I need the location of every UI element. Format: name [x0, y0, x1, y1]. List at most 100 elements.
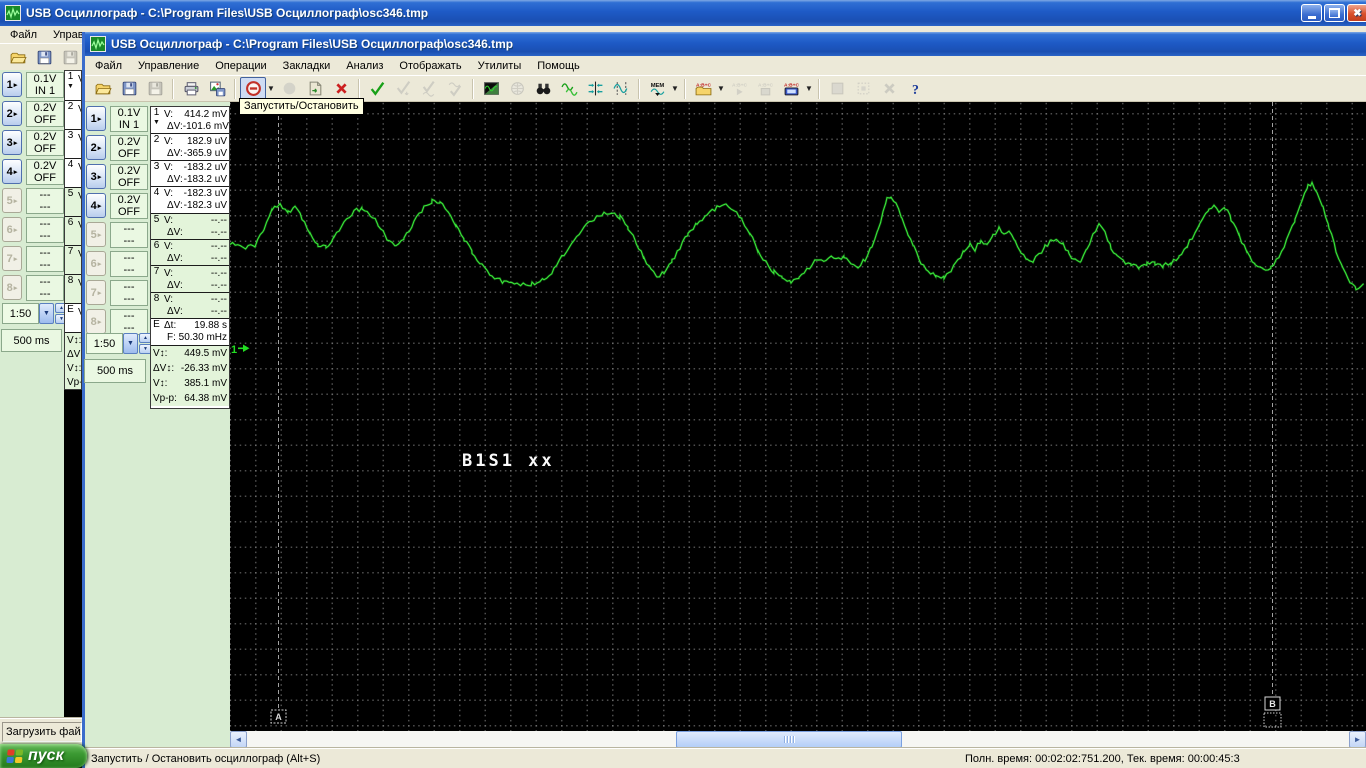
measurement-row-4[interactable]: 4 V: -182.3 uV ΔV: -182.3 uV [151, 186, 229, 213]
channel-5-settings[interactable]: --- --- [110, 222, 148, 248]
channel-2-button[interactable]: 2 ▸ [86, 135, 106, 160]
value-label: V: [164, 267, 174, 279]
chevron-down-icon[interactable]: ▼ [39, 303, 54, 324]
chevron-down-icon[interactable]: ▼ [804, 78, 814, 100]
scrollbar-track[interactable] [247, 731, 1349, 748]
chevron-down-icon[interactable]: ▼ [716, 78, 726, 100]
background-measurement-row-4: 4V:ΔV: [65, 158, 81, 187]
start-button[interactable]: пуск [0, 744, 87, 768]
minimize-button[interactable] [1301, 4, 1322, 22]
sine-markers-button[interactable] [608, 77, 634, 101]
menu-item-1[interactable]: Управление [130, 58, 207, 74]
channel-7-settings[interactable]: --- --- [110, 280, 148, 306]
single-capture-button[interactable] [302, 77, 328, 101]
display-mode-button[interactable] [478, 77, 504, 101]
scroll-right-button[interactable]: ► [1349, 731, 1366, 748]
channel-6-button[interactable]: 6 ▸ [86, 251, 106, 276]
chevron-down-icon[interactable]: ▼ [266, 78, 276, 100]
channel-3-button[interactable]: 3 ▸ [86, 164, 106, 189]
channel-1-button[interactable]: 1 ▸ [2, 72, 22, 97]
menu-item-0[interactable]: Файл [87, 58, 130, 74]
measurement-row-E[interactable]: E Δt: 19.88 s F: 50.30 mHz [151, 318, 229, 345]
svg-text:MEM: MEM [650, 83, 664, 89]
toolbar-separator [818, 78, 820, 99]
channel-3-settings[interactable]: 0.2V OFF [26, 130, 64, 156]
channel-8-settings[interactable]: --- --- [26, 275, 64, 301]
channel-7-button[interactable]: 7 ▸ [86, 280, 106, 305]
channel-3-button[interactable]: 3 ▸ [2, 130, 22, 155]
probe-ratio-value[interactable]: 1:50 [2, 303, 39, 324]
channel-2-settings[interactable]: 0.2V OFF [26, 101, 64, 127]
chevron-down-icon[interactable]: ▼ [123, 333, 138, 354]
menu-item-7[interactable]: Помощь [529, 58, 588, 74]
globe-icon [510, 82, 524, 95]
close-button[interactable]: ✖ [1347, 4, 1366, 22]
menu-item-3[interactable]: Закладки [275, 58, 339, 74]
menu-item-4[interactable]: Анализ [338, 58, 391, 74]
measurement-row-7[interactable]: 7 V: --.-- ΔV: --.-- [151, 265, 229, 292]
abc-open-button[interactable]: A:B+C [690, 77, 716, 101]
open-file-button[interactable] [90, 77, 116, 101]
channel-4-settings[interactable]: 0.2V OFF [110, 193, 148, 219]
measurement-values: V: --.-- ΔV: --.-- [162, 214, 229, 239]
channel-2-settings[interactable]: 0.2V OFF [110, 135, 148, 161]
memory-button[interactable]: MEM [644, 77, 670, 101]
search-button[interactable] [530, 77, 556, 101]
menu-item-0[interactable]: Файл [2, 27, 45, 43]
channel-8-button[interactable]: 8 ▸ [86, 309, 106, 334]
channel-1-settings[interactable]: 0.1V IN 1 [26, 72, 64, 98]
measurement-row-6[interactable]: 6 V: --.-- ΔV: --.-- [151, 238, 229, 266]
channel-5-button[interactable]: 5 ▸ [2, 188, 22, 213]
channel-3-settings[interactable]: 0.2V OFF [110, 164, 148, 190]
abc-display-button[interactable]: A:B+C [778, 77, 804, 101]
measurement-row-5[interactable]: 5 V: --.-- ΔV: --.-- [151, 212, 229, 239]
vertical-markers-button[interactable] [582, 77, 608, 101]
channel-7-button[interactable]: 7 ▸ [2, 246, 22, 271]
channel-6-button[interactable]: 6 ▸ [2, 217, 22, 242]
foreground-window-titlebar: USB Осциллограф - C:\Program Files\USB О… [85, 32, 1366, 56]
open-file-button[interactable] [5, 45, 31, 69]
channel-5-settings[interactable]: --- --- [26, 188, 64, 214]
measurement-row-8[interactable]: 8 V: --.-- ΔV: --.-- [151, 291, 229, 319]
channel-7-settings[interactable]: --- --- [26, 246, 64, 272]
channel-4-button[interactable]: 4 ▸ [2, 159, 22, 184]
channel-6-settings[interactable]: --- --- [110, 251, 148, 277]
scrollbar-thumb[interactable] [676, 731, 902, 748]
channel-1-button[interactable]: 1 ▸ [86, 106, 106, 131]
background-probe-combo[interactable]: 1:50 ▼ [2, 303, 54, 324]
apply-check-button[interactable] [364, 77, 390, 101]
menu-item-2[interactable]: Операции [207, 58, 274, 74]
toolbar-separator [234, 78, 236, 99]
oscilloscope-display[interactable]: A B 1 B1S1 xx [229, 102, 1366, 731]
start-stop-button[interactable] [240, 76, 266, 101]
save-file-button[interactable] [116, 77, 142, 101]
channel-8-settings[interactable]: --- --- [110, 309, 148, 335]
channel-6-settings[interactable]: --- --- [26, 217, 64, 243]
restore-button[interactable] [1324, 4, 1345, 22]
scroll-left-button[interactable]: ◄ [230, 731, 247, 748]
channel-1-settings[interactable]: 0.1V IN 1 [110, 106, 148, 132]
channel-4-button[interactable]: 4 ▸ [86, 193, 106, 218]
chevron-down-icon[interactable]: ▼ [670, 78, 680, 100]
channel-row: 3 ▸ 0.2V OFF [84, 164, 148, 191]
horizontal-scrollbar[interactable]: ◄ ► [230, 731, 1366, 748]
channel-4-settings[interactable]: 0.2V OFF [26, 159, 64, 185]
print-button[interactable] [178, 77, 204, 101]
foreground-timebase[interactable]: 500 ms [84, 359, 146, 383]
help-button[interactable]: ? [902, 77, 928, 101]
channel-8-button[interactable]: 8 ▸ [2, 275, 22, 300]
measurement-row-1[interactable]: 1 ▼ V: 414.2 mV ΔV: -101.6 mV [151, 107, 229, 134]
measurement-row-3[interactable]: 3 V: -183.2 uV ΔV: -183.2 uV [151, 159, 229, 187]
channel-2-button[interactable]: 2 ▸ [2, 101, 22, 126]
measurement-row-2[interactable]: 2 V: 182.9 uV ΔV: -365.9 uV [151, 133, 229, 160]
menu-item-5[interactable]: Отображать [391, 58, 469, 74]
fit-signal-button[interactable] [556, 77, 582, 101]
menu-item-6[interactable]: Утилиты [470, 58, 530, 74]
probe-ratio-value[interactable]: 1:50 [86, 333, 123, 354]
background-timebase[interactable]: 500 ms [1, 329, 62, 352]
delete-button[interactable] [328, 77, 354, 101]
channel-5-button[interactable]: 5 ▸ [86, 222, 106, 247]
save-file-button[interactable] [31, 45, 57, 69]
save-image-button[interactable] [204, 77, 230, 101]
foreground-probe-combo[interactable]: 1:50 ▼ [86, 333, 138, 354]
